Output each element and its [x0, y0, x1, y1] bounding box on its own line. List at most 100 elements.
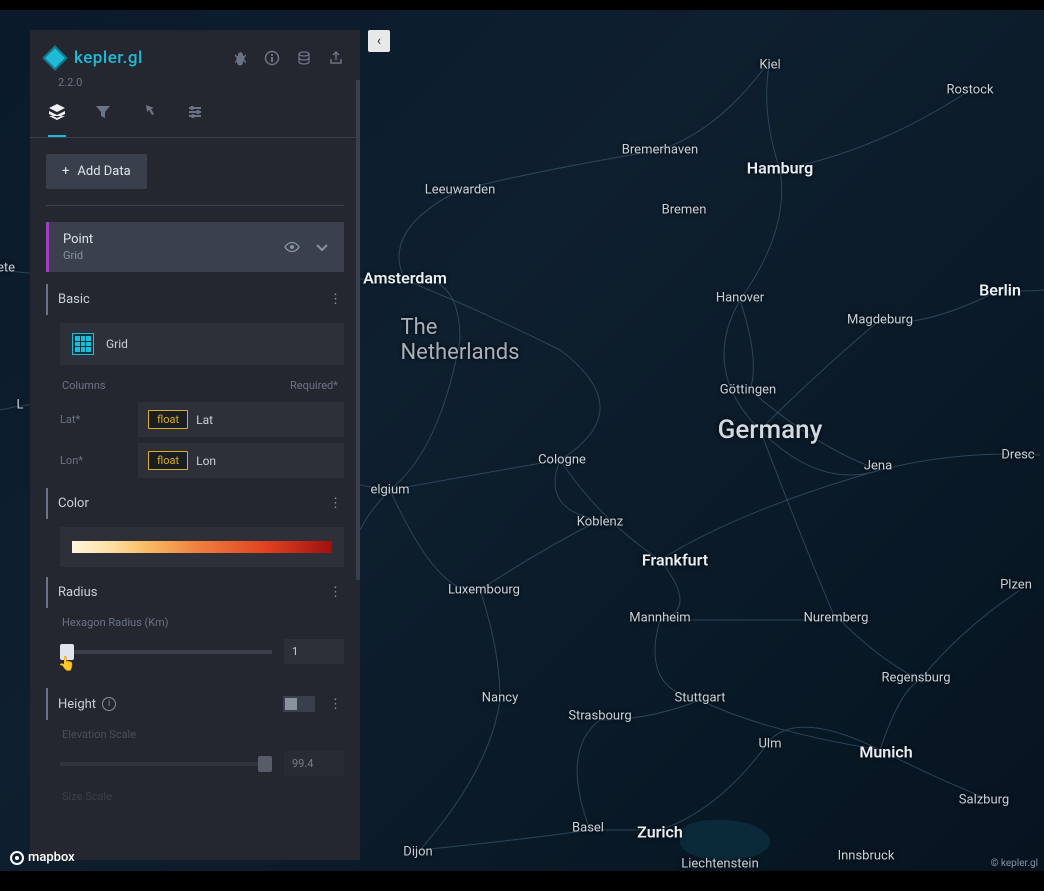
- lon-field-row: Lon* float Lon: [60, 443, 344, 478]
- city-label: Magdeburg: [847, 313, 913, 328]
- city-label-major: Amsterdam: [363, 269, 447, 288]
- tab-layers[interactable]: [48, 103, 66, 137]
- tab-filters[interactable]: [94, 103, 112, 137]
- city-label: Liechtenstein: [681, 857, 759, 872]
- app-version: 2.2.0: [58, 76, 360, 89]
- section-height: Height i ⋮: [46, 688, 344, 720]
- city-label: Dijon: [403, 845, 432, 860]
- collapse-sidebar-button[interactable]: ‹: [368, 30, 390, 52]
- tab-interactions[interactable]: [140, 103, 158, 137]
- share-icon[interactable]: [328, 50, 344, 66]
- info-icon[interactable]: i: [102, 697, 116, 711]
- section-color-title: Color: [58, 496, 89, 511]
- slider-handle[interactable]: [258, 756, 272, 772]
- bug-icon[interactable]: [232, 50, 248, 66]
- city-label: Dresc: [1001, 448, 1034, 463]
- lat-field-select[interactable]: float Lat: [138, 402, 344, 437]
- city-label: Cologne: [538, 453, 586, 468]
- sidebar-panel: kepler.gl 2.2.0 +Add Data Point Grid: [30, 30, 360, 860]
- section-color: Color ⋮: [46, 488, 344, 519]
- lat-type-tag: float: [148, 410, 188, 429]
- sidebar-tabs: [30, 89, 360, 138]
- grid-icon: [72, 333, 94, 355]
- tab-basemap[interactable]: [186, 103, 204, 137]
- country-label: The Netherlands: [400, 315, 519, 365]
- lake-shape: [680, 820, 770, 860]
- attribution: © kepler.gl: [991, 858, 1038, 869]
- mapbox-icon: [10, 851, 24, 865]
- city-label: Strasbourg: [568, 709, 631, 724]
- city-label: Nancy: [482, 691, 518, 706]
- layer-card[interactable]: Point Grid: [46, 222, 344, 272]
- city-label: Koblenz: [577, 515, 623, 530]
- more-icon[interactable]: ⋮: [329, 585, 342, 600]
- layer-subtitle: Grid: [63, 249, 93, 262]
- add-data-button[interactable]: +Add Data: [46, 154, 147, 189]
- lat-field-value: Lat: [196, 413, 213, 427]
- city-label: Basel: [572, 821, 604, 836]
- mapbox-logo: mapbox: [10, 850, 75, 865]
- city-label: Pete: [0, 261, 15, 276]
- app-header: kepler.gl: [30, 30, 360, 76]
- city-label: Mannheim: [629, 611, 690, 626]
- city-label-major: Zurich: [637, 823, 683, 842]
- city-label-major: Berlin: [979, 281, 1021, 300]
- scrollbar[interactable]: [356, 80, 360, 580]
- info-icon[interactable]: [264, 50, 280, 66]
- columns-label: Columns: [62, 379, 106, 392]
- city-label: Jena: [864, 459, 892, 474]
- elevation-slider[interactable]: [60, 762, 272, 766]
- section-radius-title: Radius: [58, 585, 97, 600]
- city-label: Innsbruck: [838, 849, 895, 864]
- elevation-slider-row: 99.4: [60, 751, 344, 776]
- city-label: Göttingen: [720, 383, 777, 398]
- lat-label: Lat*: [60, 413, 138, 426]
- radius-slider[interactable]: 👆: [60, 650, 272, 654]
- radius-slider-row: 👆 1: [60, 639, 344, 664]
- city-label-major: Frankfurt: [642, 551, 708, 570]
- elevation-label: Elevation Scale: [62, 728, 344, 741]
- city-label: Ulm: [759, 737, 782, 752]
- city-label-major: Munich: [859, 743, 912, 762]
- more-icon[interactable]: ⋮: [329, 496, 342, 511]
- mapbox-label: mapbox: [28, 850, 75, 865]
- section-basic-title: Basic: [58, 292, 90, 307]
- city-label: Bremerhaven: [622, 143, 698, 158]
- height-toggle[interactable]: [283, 696, 315, 712]
- lon-field-select[interactable]: float Lon: [138, 443, 344, 478]
- cursor-icon: 👆: [58, 656, 75, 672]
- city-label-major: Hamburg: [747, 159, 813, 178]
- layer-type-selector[interactable]: Grid: [60, 323, 344, 365]
- columns-header: Columns Required*: [46, 375, 344, 396]
- city-label: Leeuwarden: [425, 183, 495, 198]
- city-label: Plzen: [1000, 578, 1032, 593]
- city-label: elgium: [370, 483, 409, 498]
- color-ramp: [72, 541, 332, 553]
- city-label: Luxembourg: [448, 583, 520, 598]
- lon-type-tag: float: [148, 451, 188, 470]
- section-height-title: Height: [58, 697, 96, 712]
- app-name: kepler.gl: [74, 48, 143, 68]
- layer-title: Point: [63, 232, 93, 247]
- lon-label: Lon*: [60, 454, 138, 467]
- more-icon[interactable]: ⋮: [329, 697, 342, 712]
- more-icon[interactable]: ⋮: [329, 292, 342, 307]
- city-label: Stuttgart: [675, 691, 726, 706]
- divider: [46, 205, 344, 206]
- radius-input[interactable]: 1: [284, 639, 344, 664]
- city-label: Regensburg: [881, 671, 950, 686]
- city-label: Hanover: [716, 291, 764, 306]
- chevron-down-icon[interactable]: [314, 239, 330, 255]
- logo-icon: [42, 45, 67, 70]
- database-icon[interactable]: [296, 50, 312, 66]
- grid-type-label: Grid: [106, 337, 128, 351]
- lat-field-row: Lat* float Lat: [60, 402, 344, 437]
- eye-icon[interactable]: [284, 239, 300, 255]
- elevation-input[interactable]: 99.4: [284, 751, 344, 776]
- color-ramp-selector[interactable]: [60, 527, 344, 567]
- city-label: L: [16, 398, 23, 413]
- lon-field-value: Lon: [196, 454, 216, 468]
- required-label: Required*: [290, 379, 338, 392]
- section-radius: Radius ⋮: [46, 577, 344, 608]
- city-label: Kiel: [759, 58, 780, 73]
